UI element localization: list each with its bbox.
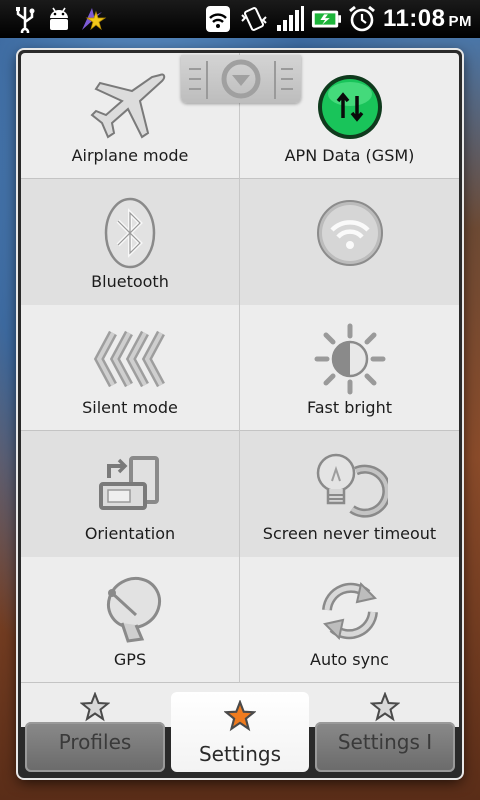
android-debug-icon (44, 4, 74, 34)
quick-settings-panel: Airplane mode APN Data (GSM) Bluetooth S… (18, 50, 462, 778)
toggle-auto-sync[interactable]: Auto sync (240, 557, 459, 683)
toggle-label: Silent mode (82, 398, 178, 417)
airplane-icon (88, 65, 172, 149)
gps-icon (88, 569, 172, 653)
toggle-label: Auto sync (310, 650, 389, 669)
toggle-silent-mode[interactable]: Silent mode (21, 305, 240, 431)
signal-icon (275, 4, 305, 34)
toggle-label: Bluetooth (91, 272, 169, 291)
toggle-grid: Airplane mode APN Data (GSM) Bluetooth S… (21, 53, 459, 727)
usb-icon (10, 4, 40, 34)
toggle-gps[interactable]: GPS (21, 557, 240, 683)
tab-label: Settings (198, 742, 282, 766)
vibrate-icon (239, 4, 269, 34)
tab-settings[interactable]: Settings (171, 692, 309, 772)
tab-profiles[interactable]: Profiles (25, 691, 165, 772)
wifi-toggle-icon (308, 191, 392, 275)
wifi-icon (203, 4, 233, 34)
toggle-orientation[interactable]: Orientation (21, 431, 240, 557)
status-bar: 11:08 PM (0, 0, 480, 38)
star-icon (369, 691, 401, 726)
toggle-wifi[interactable] (240, 179, 459, 305)
apn-data-icon (308, 65, 392, 149)
tab-label: Settings I (337, 730, 433, 754)
tab-bar: Profiles Settings Settings I (21, 682, 459, 775)
battery-icon (311, 4, 341, 34)
screen-timeout-icon (308, 443, 392, 527)
tab-settings-i[interactable]: Settings I (315, 691, 455, 772)
star-icon (223, 699, 257, 736)
toggle-label: GPS (113, 650, 147, 669)
collapse-chevron-icon (189, 59, 293, 99)
orientation-icon (88, 443, 172, 527)
toggle-bluetooth[interactable]: Bluetooth (21, 179, 240, 305)
auto-sync-icon (308, 569, 392, 653)
tab-label: Profiles (58, 730, 132, 754)
app-notification-icon (78, 4, 108, 34)
silent-mode-icon (88, 317, 172, 401)
toggle-label: Airplane mode (71, 146, 189, 165)
toggle-fast-bright[interactable]: Fast bright (240, 305, 459, 431)
toggle-screen-never-timeout[interactable]: Screen never timeout (240, 431, 459, 557)
toggle-label: Orientation (84, 524, 176, 543)
bluetooth-icon (88, 191, 172, 275)
star-icon (79, 691, 111, 726)
clock: 11:08 PM (382, 5, 472, 32)
toggle-label: APN Data (GSM) (284, 146, 415, 165)
toggle-label: Screen never timeout (262, 524, 437, 543)
alarm-icon (347, 4, 377, 34)
brightness-icon (308, 317, 392, 401)
toggle-label: Fast bright (307, 398, 392, 417)
drag-handle[interactable] (181, 55, 301, 103)
